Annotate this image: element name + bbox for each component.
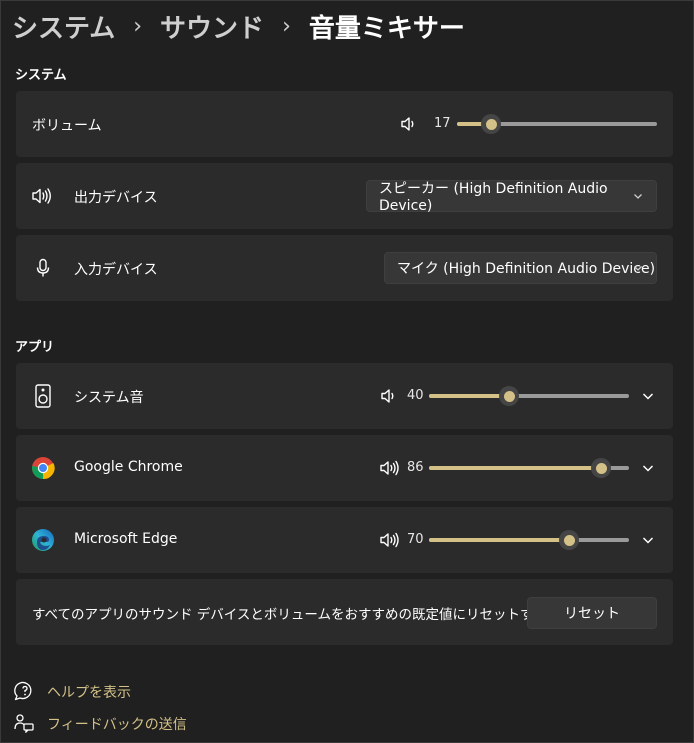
- expand-chevron-icon[interactable]: [636, 456, 660, 480]
- section-title-apps: アプリ: [15, 340, 55, 355]
- chrome-icon: [31, 456, 55, 480]
- app-card-system-sounds: システム音 40: [16, 363, 673, 429]
- breadcrumb-system[interactable]: システム: [12, 8, 115, 45]
- app-name: Google Chrome: [74, 459, 183, 475]
- app-volume-slider[interactable]: [429, 458, 629, 478]
- app-volume-slider[interactable]: [429, 530, 629, 550]
- speaker-device-icon: [31, 384, 55, 408]
- volume-slider[interactable]: [457, 114, 657, 134]
- help-icon: [14, 681, 34, 701]
- breadcrumb: システム › サウンド › 音量ミキサー: [12, 6, 465, 46]
- reset-button[interactable]: リセット: [527, 597, 657, 629]
- breadcrumb-sound[interactable]: サウンド: [160, 8, 264, 45]
- microphone-icon: [31, 256, 55, 280]
- output-device-label: 出力デバイス: [74, 190, 158, 206]
- speaker-icon[interactable]: [397, 112, 421, 136]
- speaker-volume-icon[interactable]: [377, 528, 401, 552]
- input-device-label: 入力デバイス: [74, 262, 158, 278]
- slider-thumb[interactable]: [591, 458, 611, 478]
- chevron-down-icon: [632, 190, 644, 206]
- volume-label: ボリューム: [32, 118, 102, 134]
- speaker-volume-icon: [30, 184, 54, 208]
- feedback-icon: [14, 713, 34, 734]
- breadcrumb-separator: ›: [133, 13, 143, 39]
- slider-fill: [429, 538, 569, 542]
- app-volume-value: 70: [407, 532, 424, 547]
- speaker-volume-icon[interactable]: [377, 456, 401, 480]
- app-volume-value: 86: [407, 460, 424, 475]
- app-name: Microsoft Edge: [74, 531, 178, 547]
- app-volume-value: 40: [407, 388, 424, 403]
- speaker-icon[interactable]: [377, 384, 401, 408]
- expand-chevron-icon[interactable]: [636, 384, 660, 408]
- reset-description: すべてのアプリのサウンド デバイスとボリュームをおすすめの既定値にリセットする: [32, 607, 547, 623]
- volume-card: ボリューム 17: [16, 91, 673, 157]
- slider-fill: [429, 394, 509, 398]
- slider-thumb[interactable]: [499, 386, 519, 406]
- expand-chevron-icon[interactable]: [636, 528, 660, 552]
- input-device-card: 入力デバイス マイク (High Definition Audio Device…: [16, 235, 673, 301]
- edge-icon: [31, 528, 55, 552]
- app-card-google-chrome: Google Chrome 86: [16, 435, 673, 501]
- feedback-link[interactable]: フィードバックの送信: [47, 714, 187, 734]
- output-device-card: 出力デバイス スピーカー (High Definition Audio Devi…: [16, 163, 673, 229]
- app-volume-slider[interactable]: [429, 386, 629, 406]
- volume-value: 17: [434, 116, 451, 131]
- help-link[interactable]: ヘルプを表示: [47, 682, 131, 702]
- slider-fill: [429, 466, 601, 470]
- input-device-selected: マイク (High Definition Audio Device): [397, 261, 656, 277]
- slider-thumb[interactable]: [481, 114, 501, 134]
- input-device-dropdown[interactable]: マイク (High Definition Audio Device): [384, 252, 657, 284]
- chevron-down-icon: [632, 262, 644, 278]
- app-name: システム音: [74, 390, 144, 406]
- output-device-selected: スピーカー (High Definition Audio Device): [379, 181, 608, 214]
- section-title-system: システム: [15, 68, 67, 83]
- slider-thumb[interactable]: [559, 530, 579, 550]
- app-card-microsoft-edge: Microsoft Edge 70: [16, 507, 673, 573]
- output-device-dropdown[interactable]: スピーカー (High Definition Audio Device): [366, 180, 657, 214]
- breadcrumb-separator: ›: [282, 13, 291, 39]
- page-title: 音量ミキサー: [308, 13, 465, 44]
